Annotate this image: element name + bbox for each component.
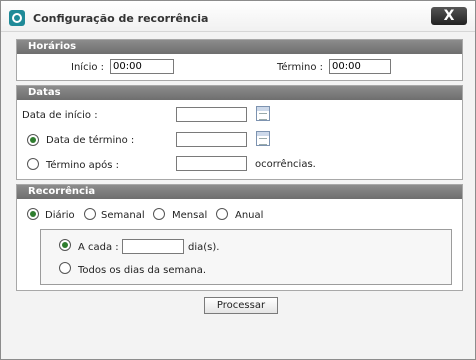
- semanal-radio[interactable]: [84, 208, 96, 220]
- data-termino-label: Data de término :: [46, 135, 135, 146]
- a-cada-input[interactable]: [122, 239, 184, 254]
- dialog-title: Configuração de recorrência: [33, 12, 209, 25]
- todos-dias-radio[interactable]: [59, 262, 71, 274]
- datas-header: Datas: [17, 86, 462, 100]
- semanal-label: Semanal: [101, 210, 145, 221]
- recorrencia-header: Recorrência: [17, 185, 462, 199]
- mensal-label: Mensal: [172, 210, 208, 221]
- data-inicio-label: Data de início :: [22, 110, 98, 121]
- title-bar: Configuração de recorrência X: [1, 1, 475, 32]
- a-cada-label: A cada :: [78, 242, 119, 253]
- daily-options-box: A cada : dia(s). Todos os dias da semana…: [40, 229, 452, 285]
- data-inicio-input[interactable]: [176, 107, 247, 122]
- inicio-time-input[interactable]: [110, 59, 174, 74]
- ocorrencias-label: ocorrências.: [255, 159, 316, 170]
- app-logo-icon: [9, 10, 25, 26]
- datas-panel: Datas Data de início : Data de término :…: [16, 85, 463, 180]
- horarios-header: Horários: [17, 40, 462, 54]
- termino-apos-label: Término após :: [46, 160, 120, 171]
- termino-time-input[interactable]: [329, 59, 391, 74]
- calendar-icon[interactable]: [256, 131, 270, 146]
- recurrence-dialog: Configuração de recorrência X Horários I…: [0, 0, 476, 360]
- todos-dias-label: Todos os dias da semana.: [78, 265, 207, 276]
- inicio-label: Início :: [71, 62, 105, 73]
- close-button[interactable]: X: [431, 7, 467, 25]
- data-termino-input[interactable]: [176, 132, 247, 147]
- termino-time-label: Término :: [277, 62, 324, 73]
- mensal-radio[interactable]: [153, 208, 165, 220]
- horarios-panel: Horários Início : Término :: [16, 39, 463, 81]
- recorrencia-panel: Recorrência Diário Semanal Mensal Anual …: [16, 184, 463, 291]
- ocorrencias-input[interactable]: [176, 156, 247, 171]
- calendar-icon[interactable]: [256, 106, 270, 121]
- a-cada-radio[interactable]: [59, 239, 71, 251]
- diario-label: Diário: [45, 210, 75, 221]
- processar-button[interactable]: Processar: [204, 297, 278, 314]
- termino-apos-radio[interactable]: [27, 158, 39, 170]
- anual-radio[interactable]: [216, 208, 228, 220]
- anual-label: Anual: [235, 210, 264, 221]
- data-termino-radio[interactable]: [27, 134, 39, 146]
- diario-radio[interactable]: [27, 208, 39, 220]
- dias-label: dia(s).: [188, 242, 220, 253]
